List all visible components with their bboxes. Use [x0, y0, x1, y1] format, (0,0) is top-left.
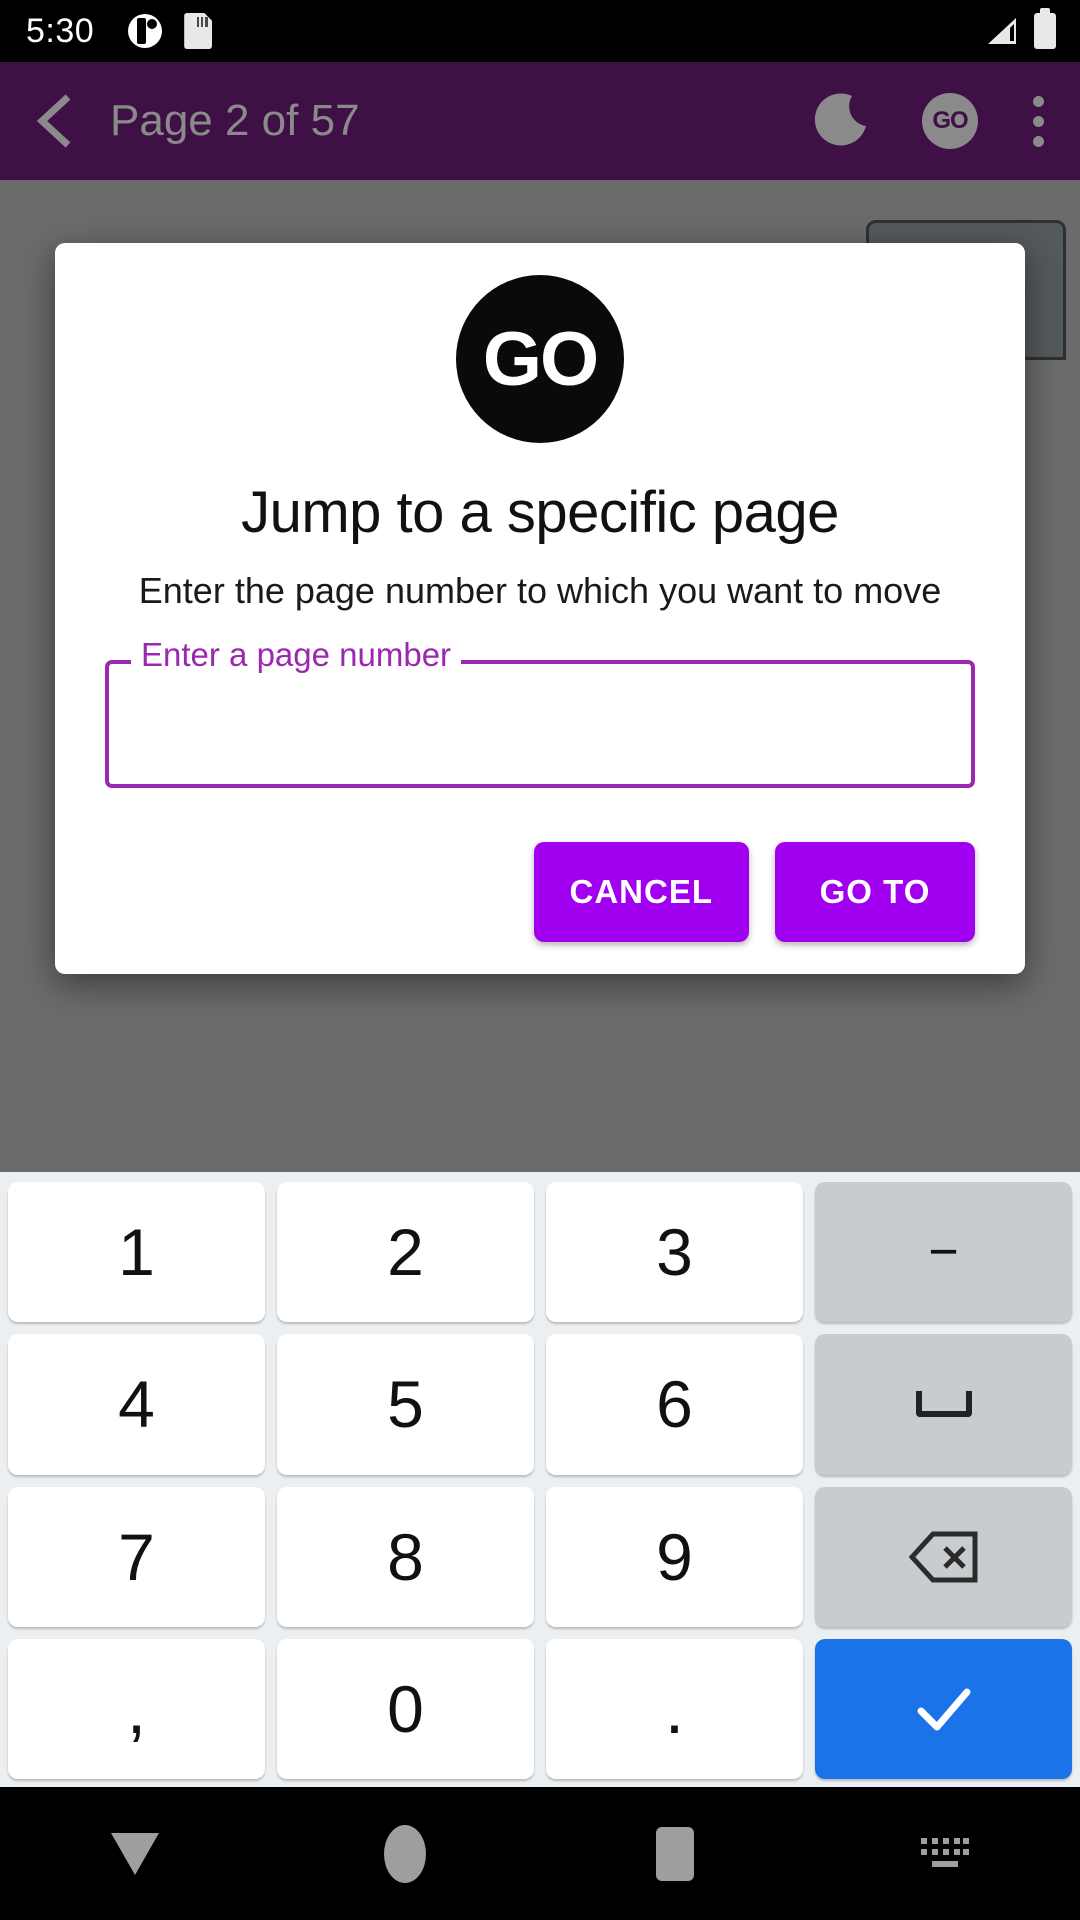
comma-key[interactable]: , [8, 1638, 265, 1779]
go-to-page-icon[interactable]: GO [922, 93, 978, 149]
jump-to-page-dialog: GO Jump to a specific page Enter the pag… [55, 243, 1025, 974]
numeric-keyboard: 1 2 3 − 4 5 6 7 8 9 , 0 . [0, 1172, 1080, 1787]
keyboard-row: 4 5 6 [8, 1334, 1072, 1475]
minus-key[interactable]: − [815, 1182, 1072, 1323]
nav-recents-icon [656, 1826, 694, 1881]
status-right-icons [986, 8, 1062, 49]
sd-card-icon [184, 13, 213, 49]
nav-recents-button[interactable] [540, 1787, 810, 1920]
chevron-left-icon[interactable] [26, 90, 88, 152]
key-6[interactable]: 6 [546, 1334, 803, 1475]
page-number-field-label: Enter a page number [131, 638, 462, 671]
keyboard-row: 7 8 9 [8, 1486, 1072, 1627]
check-icon [909, 1683, 979, 1735]
key-0[interactable]: 0 [277, 1638, 534, 1779]
dialog-subtitle: Enter the page number to which you want … [138, 570, 942, 611]
status-time: 5:30 [26, 11, 95, 50]
app-bar: Page 2 of 57 GO [0, 62, 1080, 180]
keyboard-switch-icon [919, 1834, 971, 1874]
backspace-icon [908, 1531, 979, 1583]
backspace-key[interactable] [815, 1486, 1072, 1627]
nav-back-button[interactable] [0, 1787, 270, 1920]
navigation-bar [0, 1787, 1080, 1920]
key-2[interactable]: 2 [277, 1182, 534, 1323]
app-circle-icon [128, 14, 163, 48]
space-icon [915, 1391, 972, 1418]
page-number-input[interactable] [105, 660, 975, 788]
status-bar: 5:30 [0, 0, 1080, 62]
status-left-icons [128, 13, 213, 49]
nav-keyboard-switch-button[interactable] [810, 1787, 1080, 1920]
space-key[interactable] [815, 1334, 1072, 1475]
app-bar-actions: GO [812, 92, 1054, 150]
enter-key[interactable] [815, 1638, 1072, 1779]
key-9[interactable]: 9 [546, 1486, 803, 1627]
nav-home-button[interactable] [270, 1787, 540, 1920]
keyboard-row: 1 2 3 − [8, 1182, 1072, 1323]
dialog-title: Jump to a specific page [241, 480, 839, 545]
nav-back-icon [111, 1832, 159, 1875]
dialog-actions: CANCEL GO TO [83, 842, 997, 948]
nav-home-icon [384, 1824, 426, 1883]
battery-icon [1034, 8, 1056, 49]
key-7[interactable]: 7 [8, 1486, 265, 1627]
go-to-button[interactable]: GO TO [775, 842, 975, 942]
key-4[interactable]: 4 [8, 1334, 265, 1475]
cancel-button[interactable]: CANCEL [533, 842, 749, 942]
page-title: Page 2 of 57 [110, 96, 360, 145]
night-mode-icon[interactable] [812, 92, 870, 150]
go-logo-icon: GO [456, 275, 624, 443]
page-number-field-wrapper: Enter a page number [105, 638, 975, 788]
key-1[interactable]: 1 [8, 1182, 265, 1323]
keyboard-row: , 0 . [8, 1638, 1072, 1779]
phone-screen: 5:30 Page 2 of 57 GO GO Jump to a specif… [0, 0, 1080, 1920]
key-5[interactable]: 5 [277, 1334, 534, 1475]
overflow-menu-icon[interactable] [1030, 92, 1046, 150]
key-3[interactable]: 3 [546, 1182, 803, 1323]
key-8[interactable]: 8 [277, 1486, 534, 1627]
signal-icon [986, 16, 1020, 46]
period-key[interactable]: . [546, 1638, 803, 1779]
